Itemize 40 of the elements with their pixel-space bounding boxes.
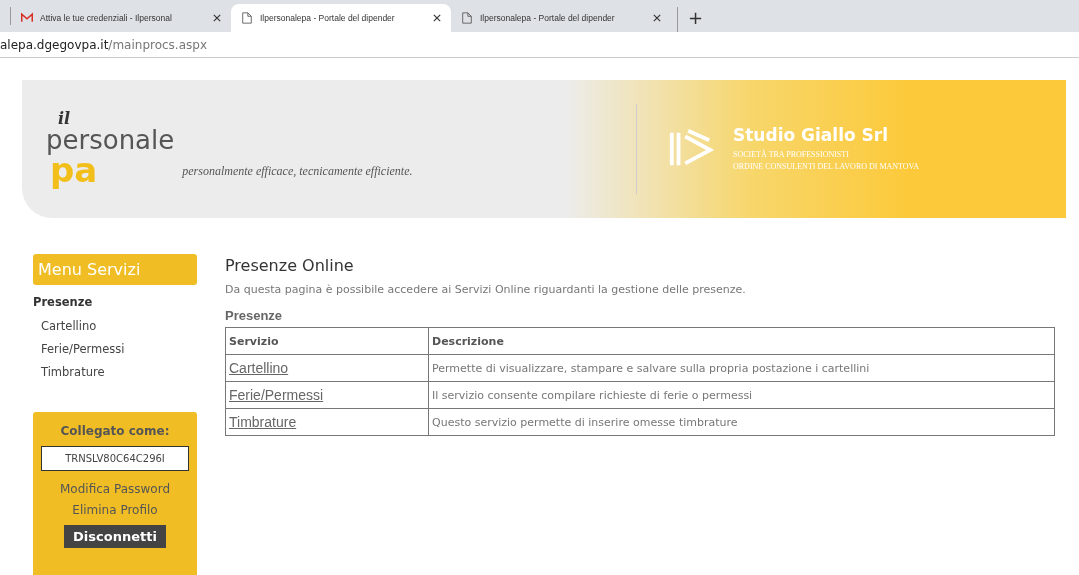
- address-bar[interactable]: alepa.dgegovpa.it/mainprocs.aspx: [0, 32, 1079, 58]
- document-icon: [461, 12, 473, 24]
- document-icon: [241, 12, 253, 24]
- close-icon[interactable]: [213, 14, 221, 22]
- table-cell: Permette di visualizzare, stampare e salvare sulla propria postazione i cartellini: [428, 354, 1055, 382]
- menu-item[interactable]: Timbrature: [33, 361, 197, 384]
- column-header: Servizio: [225, 327, 429, 355]
- url-path: /mainprocs.aspx: [108, 37, 207, 52]
- company-subtitle: ORDINE CONSULENTI DEL LAVORO DI MANTOVA: [733, 161, 920, 173]
- menu-section: Presenze: [33, 295, 197, 309]
- company-name: Studio Giallo Srl: [733, 125, 890, 145]
- url-host: alepa.dgegovpa.it: [0, 37, 109, 52]
- browser-tab[interactable]: Ilpersonalepa - Portale del dipender: [231, 4, 451, 32]
- logo-text: il: [57, 111, 72, 127]
- table-title: Presenze: [225, 308, 284, 323]
- logo-text: personale: [45, 127, 175, 153]
- company-subtitle: SOCIETÀ TRA PROFESSIONISTI: [733, 149, 850, 161]
- column-header: Descrizione: [428, 327, 1055, 355]
- mail-icon: [21, 12, 33, 24]
- close-icon[interactable]: [433, 14, 441, 22]
- service-link[interactable]: Timbrature: [229, 414, 297, 430]
- menu-title: Menu Servizi: [33, 254, 197, 285]
- browser-tab[interactable]: Ilpersonalepa - Portale del dipender: [451, 4, 671, 32]
- login-label: Collegato come:: [60, 424, 170, 438]
- logo-text: pa: [50, 153, 98, 187]
- new-tab-button[interactable]: +: [677, 7, 714, 32]
- username-field: TRNSLV80C64C296I: [41, 446, 189, 471]
- page-title: Presenze Online: [225, 255, 355, 275]
- account-link[interactable]: Modifica Password: [60, 479, 170, 500]
- intro-text: Da questa pagina è possibile accedere ai Servizi Online riguardanti la gestione delle presenze.: [225, 283, 747, 296]
- menu-item[interactable]: Cartellino: [33, 315, 197, 338]
- close-icon[interactable]: [653, 14, 661, 22]
- table-cell: Il servizio consente compilare richieste di ferie o permessi: [428, 381, 1055, 409]
- browser-tab[interactable]: Attiva le tue credenziali - Ilpersonal: [11, 4, 231, 32]
- tagline: personalmente efficace, tecnicamente efficiente.: [182, 164, 413, 179]
- table-cell: Questo servizio permette di inserire omesse timbrature: [428, 408, 1055, 436]
- logout-button[interactable]: Disconnetti: [64, 525, 166, 548]
- account-link[interactable]: Elimina Profilo: [72, 500, 158, 521]
- menu-item[interactable]: Ferie/Permessi: [33, 338, 197, 361]
- service-link[interactable]: Cartellino: [229, 360, 289, 376]
